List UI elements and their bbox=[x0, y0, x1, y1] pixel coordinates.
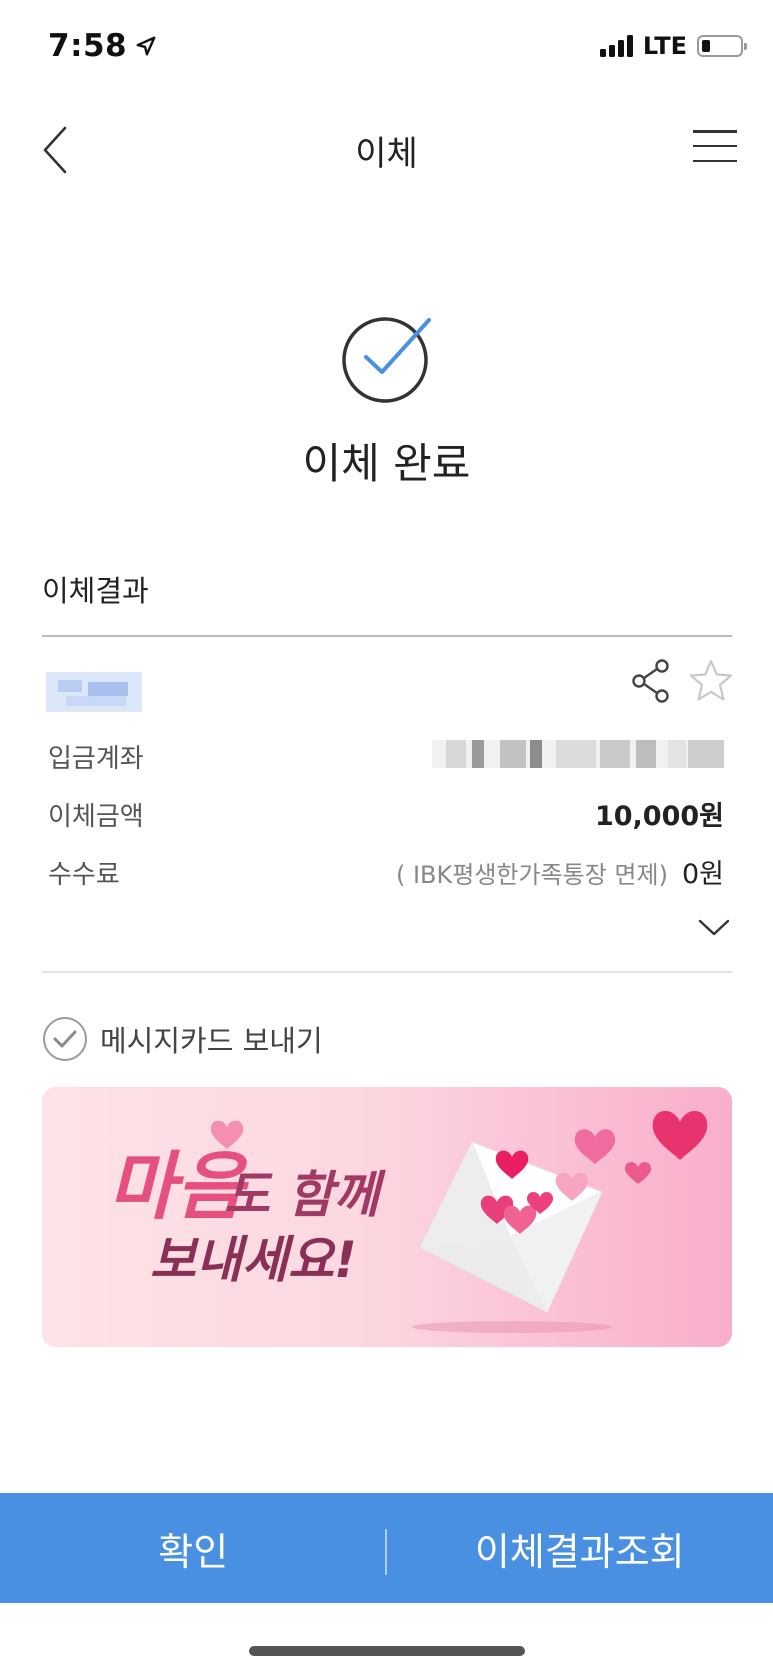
fee-row: 수수료 ( IBK평생한가족통장 면제) 0원 bbox=[48, 850, 724, 890]
star-icon bbox=[689, 659, 733, 701]
view-transfer-result-button[interactable]: 이체결과조회 bbox=[387, 1493, 773, 1603]
hamburger-menu-icon bbox=[693, 130, 737, 133]
completion-title: 이체 완료 bbox=[302, 439, 471, 488]
menu-button[interactable] bbox=[693, 126, 737, 166]
banner-text-line2: 보내세요! bbox=[150, 1231, 357, 1289]
expand-details-button[interactable] bbox=[696, 912, 732, 942]
check-circle-icon bbox=[43, 1017, 87, 1061]
status-time: 7:58 bbox=[48, 28, 157, 64]
status-indicators: LTE bbox=[599, 32, 747, 60]
chevron-down-icon bbox=[698, 919, 730, 936]
battery-icon bbox=[697, 35, 747, 57]
details-divider bbox=[42, 971, 732, 973]
section-divider bbox=[42, 635, 732, 637]
location-arrow-icon bbox=[136, 36, 156, 56]
amount-row: 이체금액 10,000원 bbox=[48, 792, 724, 832]
home-indicator[interactable] bbox=[249, 1646, 525, 1656]
amount-label: 이체금액 bbox=[48, 802, 144, 832]
section-title: 이체결과 bbox=[42, 574, 149, 608]
message-card-toggle[interactable]: 메시지카드 보내기 bbox=[42, 1014, 323, 1064]
status-bar: 7:58 LTE bbox=[0, 0, 773, 96]
fee-value: 0원 bbox=[681, 859, 724, 890]
amount-value: 10,000원 bbox=[594, 801, 724, 832]
status-time-text: 7:58 bbox=[48, 28, 128, 64]
account-label: 입금계좌 bbox=[48, 744, 144, 774]
signal-icon bbox=[599, 35, 633, 57]
banner-illustration: 마음 도 함께 보내세요! bbox=[108, 1111, 708, 1333]
button-separator bbox=[385, 1529, 387, 1575]
share-icon bbox=[632, 659, 669, 703]
account-row: 입금계좌 bbox=[48, 734, 724, 774]
header: 이체 bbox=[0, 100, 773, 200]
confirm-button[interactable]: 확인 bbox=[0, 1493, 387, 1603]
bottom-action-bar: 확인 이체결과조회 bbox=[0, 1493, 773, 1603]
fee-value-group: ( IBK평생한가족통장 면제) 0원 bbox=[396, 852, 724, 891]
page-title: 이체 bbox=[355, 134, 418, 174]
network-type: LTE bbox=[642, 32, 687, 60]
fee-label: 수수료 bbox=[48, 860, 120, 890]
fee-exemption-note: ( IBK평생한가족통장 면제) bbox=[395, 861, 668, 889]
check-circle-icon bbox=[342, 317, 431, 403]
share-button[interactable] bbox=[630, 658, 674, 704]
message-card-label: 메시지카드 보내기 bbox=[100, 1024, 323, 1058]
favorite-button[interactable] bbox=[688, 658, 734, 704]
message-card-banner[interactable]: 마음 도 함께 보내세요! bbox=[42, 1087, 732, 1347]
recipient-name-masked bbox=[46, 672, 142, 712]
account-number-masked bbox=[432, 740, 724, 768]
banner-text-line1: 도 함께 bbox=[224, 1166, 386, 1224]
